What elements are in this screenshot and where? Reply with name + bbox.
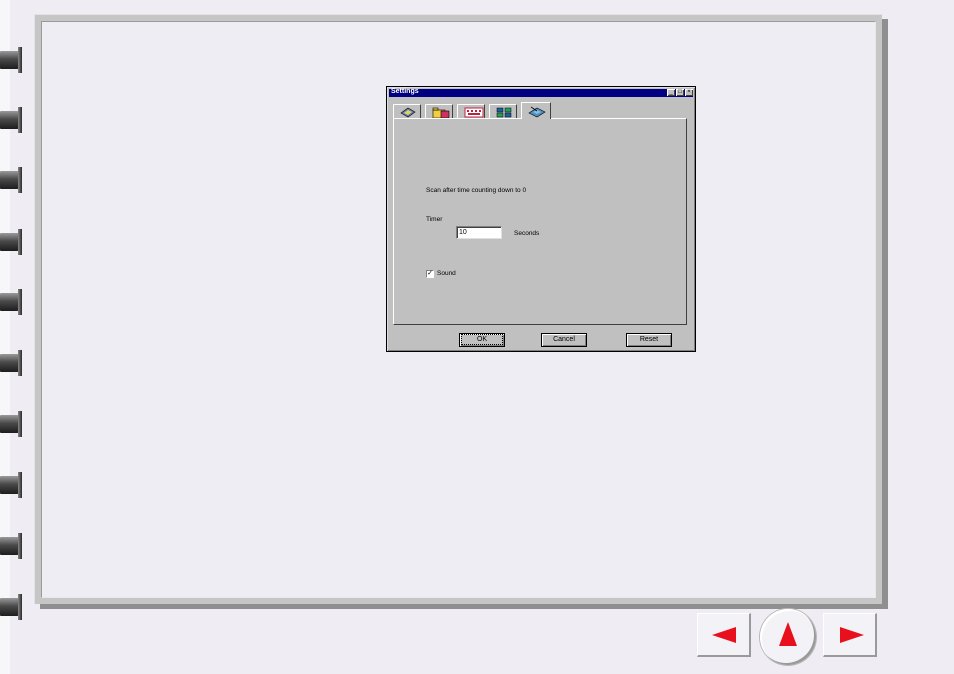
right-arrow-icon xyxy=(840,627,864,643)
binder-ring-icon xyxy=(0,594,22,620)
binder-ring-icon xyxy=(0,533,22,559)
binder-ring-icon xyxy=(0,411,22,437)
ok-button[interactable]: OK xyxy=(459,333,505,347)
tab-color-settings[interactable] xyxy=(489,104,517,118)
timer-scanner-icon xyxy=(528,106,546,118)
checkmark-icon: ✓ xyxy=(427,270,433,277)
home-button[interactable] xyxy=(760,609,816,665)
scanner-icon xyxy=(400,107,416,118)
left-arrow-icon xyxy=(712,627,736,643)
tab-scanner-settings[interactable] xyxy=(393,104,421,118)
settings-dialog: Settings _ □ × Scan after time counting … xyxy=(386,86,696,352)
page-margin xyxy=(0,0,10,674)
timer-label: Timer xyxy=(426,216,443,223)
ok-label: OK xyxy=(460,334,504,345)
reset-button[interactable]: Reset xyxy=(626,333,672,347)
timer-input[interactable] xyxy=(456,226,502,239)
up-arrow-icon xyxy=(779,622,797,646)
binder-ring-icon xyxy=(0,229,22,255)
maximize-button[interactable]: □ xyxy=(676,89,684,96)
title-bar[interactable]: Settings _ □ × xyxy=(389,88,693,97)
binder-ring-icon xyxy=(0,350,22,376)
cancel-button[interactable]: Cancel xyxy=(541,333,587,347)
binder-ring-icon xyxy=(0,47,22,73)
sound-label: Sound xyxy=(437,270,456,277)
binder-ring-icon xyxy=(0,472,22,498)
tab-sound-settings[interactable] xyxy=(457,104,485,118)
binder-ring-icon xyxy=(0,289,22,315)
binder-ring-icon xyxy=(0,107,22,133)
timer-settings-panel: Scan after time counting down to 0 Timer… xyxy=(393,118,687,325)
tab-timer-settings[interactable] xyxy=(521,102,551,119)
keyboard-icon xyxy=(464,107,484,118)
tab-folder-settings[interactable] xyxy=(425,104,453,119)
timer-description: Scan after time counting down to 0 xyxy=(426,187,527,194)
binder-ring-icon xyxy=(0,167,22,193)
dialog-title: Settings xyxy=(391,88,419,95)
previous-page-button[interactable] xyxy=(697,613,751,657)
next-page-button[interactable] xyxy=(823,613,877,657)
grid-icon xyxy=(496,107,512,118)
sound-checkbox[interactable]: ✓ xyxy=(426,270,434,278)
close-button[interactable]: × xyxy=(685,89,693,96)
minimize-button[interactable]: _ xyxy=(667,89,675,96)
seconds-label: Seconds xyxy=(514,230,540,237)
